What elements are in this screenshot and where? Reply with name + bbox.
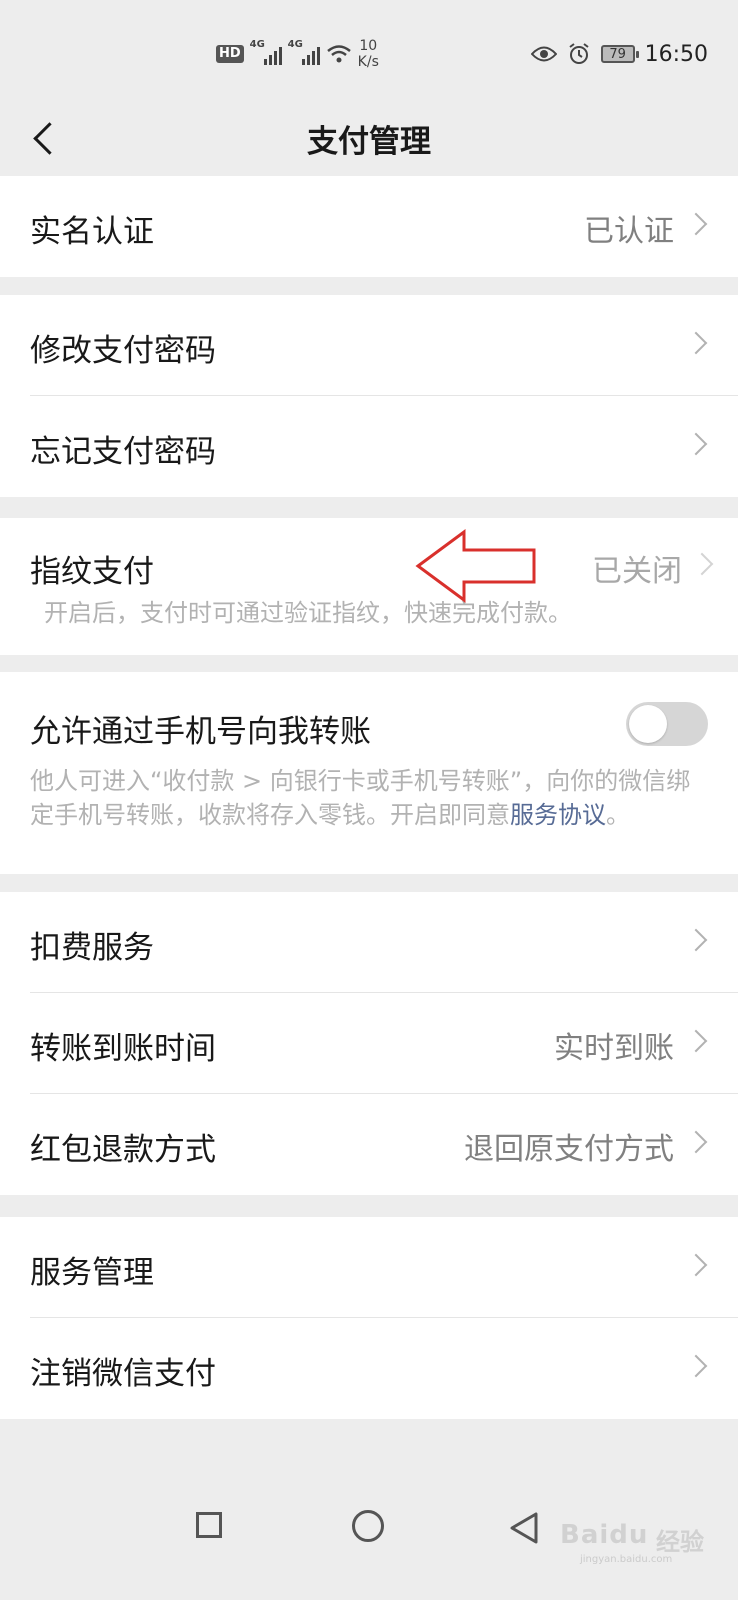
service-manage-row[interactable]: 服务管理: [0, 1217, 738, 1318]
watermark-brand: Baidu: [560, 1520, 649, 1550]
nav-bar: 支付管理: [0, 100, 738, 176]
speed-value: 10: [359, 38, 378, 54]
real-name-label: 实名认证: [30, 214, 154, 250]
chevron-right-icon: [684, 331, 708, 355]
change-password-label: 修改支付密码: [30, 333, 216, 369]
network-speed: 10 K/s: [358, 38, 379, 70]
phone-transfer-group: 允许通过手机号向我转账 他人可进入“收付款 > 向银行卡或手机号转账”，向你的微…: [0, 672, 738, 874]
chevron-right-icon: [684, 928, 708, 952]
refund-method-label: 红包退款方式: [30, 1132, 216, 1168]
speed-unit: K/s: [357, 54, 379, 70]
cell-signal-2-icon: 4G: [288, 39, 320, 65]
back-triangle-icon[interactable]: [506, 1508, 546, 1548]
chevron-right-icon: [684, 1354, 708, 1378]
recent-apps-icon[interactable]: [196, 1512, 222, 1538]
wifi-icon: [326, 45, 351, 63]
chevron-right-icon: [684, 1029, 708, 1053]
change-password-row[interactable]: 修改支付密码: [0, 295, 738, 396]
eye-icon: [530, 46, 557, 62]
status-left: HD 4G 4G 10 K/s: [216, 38, 379, 70]
toggle-knob: [629, 705, 667, 743]
transfer-time-row[interactable]: 转账到账时间 实时到账: [0, 993, 738, 1094]
chevron-right-icon: [690, 552, 714, 576]
clock: 16:50: [644, 41, 708, 67]
alarm-icon: [568, 43, 589, 64]
fingerprint-row[interactable]: 指纹支付 已关闭: [0, 518, 738, 598]
cancel-wechat-pay-label: 注销微信支付: [30, 1356, 216, 1392]
forgot-password-label: 忘记支付密码: [30, 434, 216, 470]
transfer-time-label: 转账到账时间: [30, 1031, 216, 1067]
battery-icon: 79: [600, 45, 639, 63]
fingerprint-group: 指纹支付 已关闭 开启后，支付时可通过验证指纹，快速完成付款。: [0, 518, 738, 655]
password-group: 修改支付密码 忘记支付密码: [0, 295, 738, 497]
network-type-label: 4G: [249, 39, 265, 50]
real-name-row[interactable]: 实名认证 已认证: [0, 176, 738, 277]
deduction-service-row[interactable]: 扣费服务: [0, 892, 738, 993]
cancel-wechat-pay-row[interactable]: 注销微信支付: [0, 1318, 738, 1419]
phone-transfer-desc-end: 。: [606, 801, 630, 829]
cell-signal-icon: 4G: [250, 39, 282, 65]
refund-method-value: 退回原支付方式: [464, 1132, 674, 1167]
transfer-time-value: 实时到账: [554, 1031, 674, 1066]
deduction-service-label: 扣费服务: [30, 930, 154, 966]
hd-icon: HD: [216, 45, 244, 63]
phone-transfer-row: 允许通过手机号向我转账: [0, 672, 738, 752]
real-name-value: 已认证: [584, 214, 674, 249]
chevron-right-icon: [684, 1130, 708, 1154]
watermark-cn: 经验: [656, 1528, 704, 1556]
watermark-url: jingyan.baidu.com: [580, 1554, 673, 1565]
status-bar: HD 4G 4G 10 K/s 79 16:50: [0, 0, 738, 100]
services-group: 扣费服务 转账到账时间 实时到账 红包退款方式 退回原支付方式: [0, 892, 738, 1195]
fingerprint-description: 开启后，支付时可通过验证指纹，快速完成付款。: [44, 599, 572, 627]
service-manage-label: 服务管理: [30, 1255, 154, 1291]
chevron-right-icon: [684, 212, 708, 236]
baidu-jingyan-watermark: Baidu 经验 jingyan.baidu.com: [560, 1498, 720, 1568]
service-agreement-link[interactable]: 服务协议: [510, 801, 606, 829]
refund-method-row[interactable]: 红包退款方式 退回原支付方式: [0, 1094, 738, 1195]
chevron-right-icon: [684, 1253, 708, 1277]
forgot-password-row[interactable]: 忘记支付密码: [0, 396, 738, 497]
real-name-group: 实名认证 已认证: [0, 176, 738, 277]
fingerprint-value: 已关闭: [592, 554, 682, 589]
phone-transfer-toggle[interactable]: [626, 702, 708, 746]
page-title: 支付管理: [307, 124, 431, 160]
phone-transfer-label: 允许通过手机号向我转账: [30, 714, 371, 750]
annotation-arrow-icon: [415, 529, 536, 603]
home-icon[interactable]: [352, 1510, 384, 1542]
chevron-right-icon: [684, 432, 708, 456]
status-right: 79 16:50: [530, 38, 708, 70]
network-type-2-label: 4G: [287, 39, 303, 50]
fingerprint-label: 指纹支付: [30, 554, 154, 590]
phone-transfer-description: 他人可进入“收付款 > 向银行卡或手机号转账”，向你的微信绑定手机号转账，收款将…: [30, 764, 708, 832]
manage-group: 服务管理 注销微信支付: [0, 1217, 738, 1419]
